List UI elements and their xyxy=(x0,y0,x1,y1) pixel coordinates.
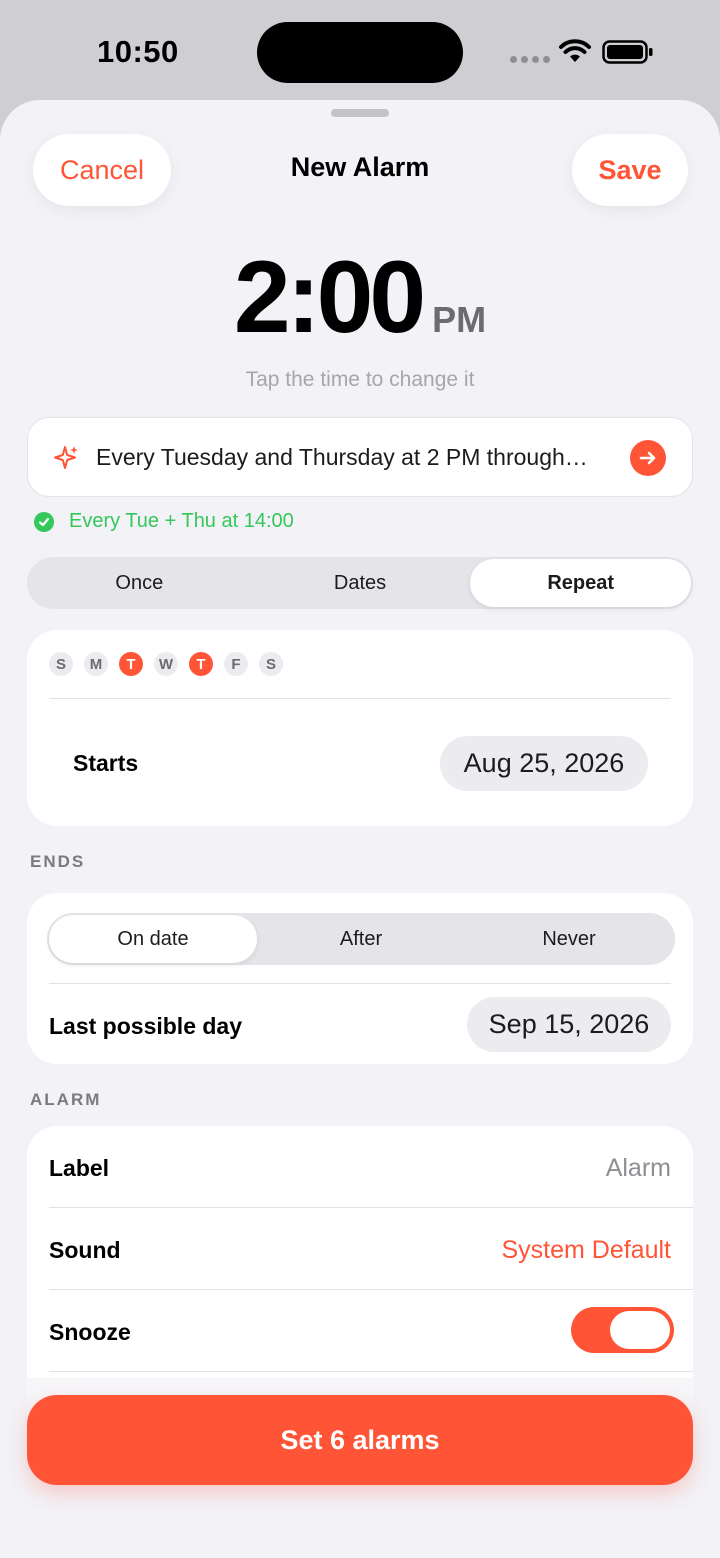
snooze-row-label: Snooze xyxy=(49,1319,131,1345)
mode-tab-repeat[interactable]: Repeat xyxy=(470,559,692,607)
save-button[interactable]: Save xyxy=(572,134,688,206)
weekday-picker: S M T W T F S xyxy=(49,652,283,676)
ends-tab-after[interactable]: After xyxy=(257,915,465,963)
parsed-schedule: Every Tue + Thu at 14:00 xyxy=(34,510,294,533)
day-monday[interactable]: M xyxy=(84,652,108,676)
day-thursday[interactable]: T xyxy=(189,652,213,676)
label-row-value[interactable]: Alarm xyxy=(606,1154,671,1183)
parsed-schedule-text: Every Tue + Thu at 14:00 xyxy=(69,510,294,532)
natural-language-input[interactable]: Every Tuesday and Thursday at 2 PM throu… xyxy=(27,417,693,497)
arrow-right-icon xyxy=(639,451,656,465)
sound-row-label: Sound xyxy=(49,1237,121,1263)
time-display[interactable]: 2:00 PM xyxy=(0,246,720,348)
alarm-section-header: ALARM xyxy=(30,1090,102,1109)
natural-language-text[interactable]: Every Tuesday and Thursday at 2 PM throu… xyxy=(96,444,588,471)
set-alarms-button[interactable]: Set 6 alarms xyxy=(27,1395,693,1485)
day-tuesday[interactable]: T xyxy=(119,652,143,676)
divider xyxy=(49,983,671,984)
wifi-icon xyxy=(559,39,591,62)
ends-section-header: ENDS xyxy=(30,852,86,871)
time-period: PM xyxy=(432,299,487,340)
repeat-card: S M T W T F S Starts Aug 25, 2026 xyxy=(27,630,693,826)
toggle-knob xyxy=(610,1311,670,1349)
time-value[interactable]: 2:00 xyxy=(234,246,426,348)
sparkle-icon xyxy=(54,446,78,469)
mode-segmented-control: Once Dates Repeat xyxy=(27,557,693,609)
submit-button[interactable] xyxy=(630,440,666,476)
day-wednesday[interactable]: W xyxy=(154,652,178,676)
ends-segmented-control: On date After Never xyxy=(47,913,675,965)
divider xyxy=(49,1207,693,1208)
day-saturday[interactable]: S xyxy=(259,652,283,676)
day-friday[interactable]: F xyxy=(224,652,248,676)
label-row-label: Label xyxy=(49,1155,110,1181)
battery-icon xyxy=(602,40,653,64)
dynamic-island xyxy=(257,22,463,83)
divider xyxy=(49,1371,693,1372)
ends-tab-never[interactable]: Never xyxy=(465,915,673,963)
day-sunday[interactable]: S xyxy=(49,652,73,676)
check-circle-icon xyxy=(34,511,54,532)
status-time: 10:50 xyxy=(97,34,179,69)
status-bar: 10:50 xyxy=(0,0,720,100)
signal-dots-icon xyxy=(510,56,550,63)
divider xyxy=(49,698,671,699)
last-day-date-picker[interactable]: Sep 15, 2026 xyxy=(467,997,671,1052)
time-hint: Tap the time to change it xyxy=(245,368,475,391)
sound-row-value[interactable]: System Default xyxy=(501,1236,671,1265)
mode-tab-once[interactable]: Once xyxy=(29,559,250,607)
last-day-label: Last possible day xyxy=(49,1013,243,1039)
mode-tab-dates[interactable]: Dates xyxy=(250,559,471,607)
snooze-toggle[interactable] xyxy=(571,1307,674,1353)
sheet-grabber[interactable] xyxy=(331,109,389,117)
divider xyxy=(49,1289,693,1290)
starts-label: Starts xyxy=(73,750,139,776)
new-alarm-sheet: Cancel New Alarm Save 2:00 PM Tap the ti… xyxy=(0,100,720,1558)
starts-date-picker[interactable]: Aug 25, 2026 xyxy=(440,736,648,791)
ends-tab-on-date[interactable]: On date xyxy=(49,915,257,963)
